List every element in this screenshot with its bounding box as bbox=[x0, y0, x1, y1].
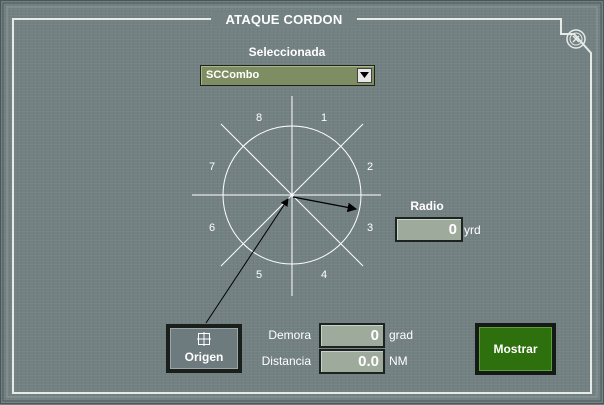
radio-unit: yrd bbox=[464, 223, 481, 237]
distancia-field[interactable]: 0.0 bbox=[319, 349, 385, 374]
origen-button-face: Origen bbox=[170, 328, 238, 369]
mostrar-label: Mostrar bbox=[493, 342, 538, 356]
demora-field[interactable]: 0 bbox=[319, 323, 385, 348]
demora-label: Demora bbox=[268, 328, 311, 342]
radio-label: Radio bbox=[410, 199, 444, 213]
attack-panel: ATAQUE CORDON Seleccionada SCCombo 1 2 3… bbox=[0, 0, 604, 404]
mostrar-button[interactable]: Mostrar bbox=[475, 323, 556, 375]
origin-arrow bbox=[205, 198, 289, 324]
demora-value: 0 bbox=[370, 327, 379, 344]
distancia-label: Distancia bbox=[261, 354, 311, 368]
origen-label: Origen bbox=[184, 350, 224, 364]
distancia-value: 0.0 bbox=[358, 353, 379, 370]
radio-value: 0 bbox=[448, 221, 457, 238]
mostrar-button-face: Mostrar bbox=[479, 327, 552, 371]
origen-button[interactable]: Origen bbox=[166, 324, 242, 373]
demora-unit: grad bbox=[389, 328, 414, 342]
crosshair-square-icon bbox=[197, 332, 211, 346]
radius-arrow bbox=[292, 196, 358, 213]
radio-field[interactable]: 0 bbox=[395, 217, 463, 242]
distancia-unit: NM bbox=[389, 354, 408, 368]
